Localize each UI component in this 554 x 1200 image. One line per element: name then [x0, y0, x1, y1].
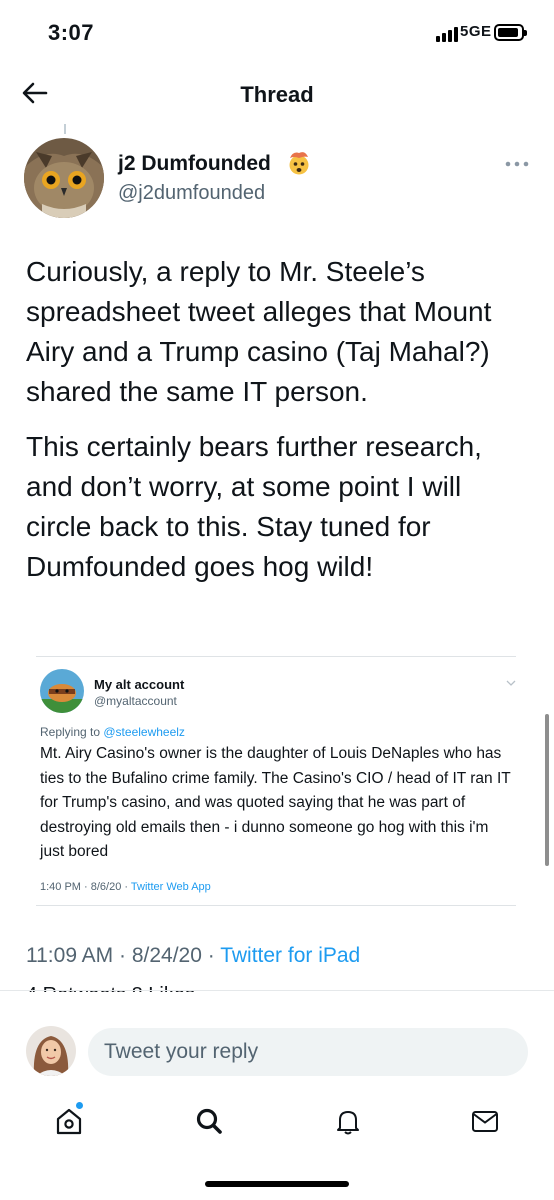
- chevron-down-icon: [506, 680, 516, 686]
- tweet-source-link[interactable]: Twitter for iPad: [220, 944, 360, 967]
- tweet-timestamp: 11:09 AM · 8/24/20 · Twitter for iPad: [26, 944, 360, 968]
- divider: [0, 990, 554, 991]
- mail-icon[interactable]: [470, 1106, 500, 1136]
- more-options-icon[interactable]: [504, 160, 530, 168]
- reply-composer: [0, 1022, 554, 1088]
- quoted-handle: @myaltaccount: [94, 694, 177, 708]
- quoted-timestamp: 1:40 PM · 8/6/20 ·: [40, 881, 131, 893]
- owl-avatar-image: [24, 138, 104, 218]
- page-title: Thread: [240, 82, 314, 107]
- thread-connector-line: [64, 124, 66, 134]
- home-indicator: [205, 1181, 349, 1187]
- quoted-text: Mt. Airy Casino's owner is the daughter …: [40, 745, 511, 860]
- my-avatar-image: [26, 1026, 76, 1076]
- replying-to-handle: @steelewheelz: [103, 725, 185, 739]
- home-icon[interactable]: [54, 1106, 84, 1136]
- quoted-source: Twitter Web App: [130, 881, 211, 893]
- status-bar: 3:07 5GE: [0, 0, 554, 64]
- tweet-time: 11:09 AM · 8/24/20 ·: [26, 944, 221, 967]
- tweet-text-paragraph: Curiously, a reply to Mr. Steele’s sprea…: [26, 256, 492, 407]
- tweet-text-paragraph: This certainly bears further research, a…: [26, 431, 482, 582]
- signal-strength-icon: [436, 26, 458, 42]
- quoted-avatar: [40, 669, 84, 713]
- nav-header: Thread: [0, 64, 554, 124]
- battery-icon: [494, 24, 527, 41]
- replying-to: Replying to @steelewheelz: [40, 725, 185, 739]
- reply-input[interactable]: [88, 1028, 528, 1076]
- network-type: 5GE: [460, 23, 492, 40]
- bell-icon[interactable]: [333, 1106, 363, 1136]
- embedded-reply-screenshot[interactable]: My alt account @myaltaccount Replying to…: [36, 656, 516, 906]
- search-icon[interactable]: [194, 1106, 224, 1136]
- user-handle: @j2dumfounded: [118, 182, 266, 204]
- my-avatar[interactable]: [26, 1026, 76, 1076]
- quoted-meta: 1:40 PM · 8/6/20 · Twitter Web App: [40, 881, 211, 893]
- quoted-avatar-image: [40, 669, 84, 713]
- exploding-head-emoji-icon: [289, 152, 309, 175]
- avatar[interactable]: [24, 138, 104, 218]
- tweet-author: j2 Dumfounded @j2dumfounded: [24, 138, 530, 222]
- notification-dot: [76, 1102, 83, 1109]
- display-name: j2 Dumfounded: [118, 152, 271, 175]
- tab-bar: [0, 1096, 554, 1156]
- quoted-display-name: My alt account: [94, 677, 185, 692]
- scrollbar[interactable]: [545, 714, 549, 866]
- status-time: 3:07: [48, 20, 95, 45]
- replying-to-prefix: Replying to: [40, 725, 104, 739]
